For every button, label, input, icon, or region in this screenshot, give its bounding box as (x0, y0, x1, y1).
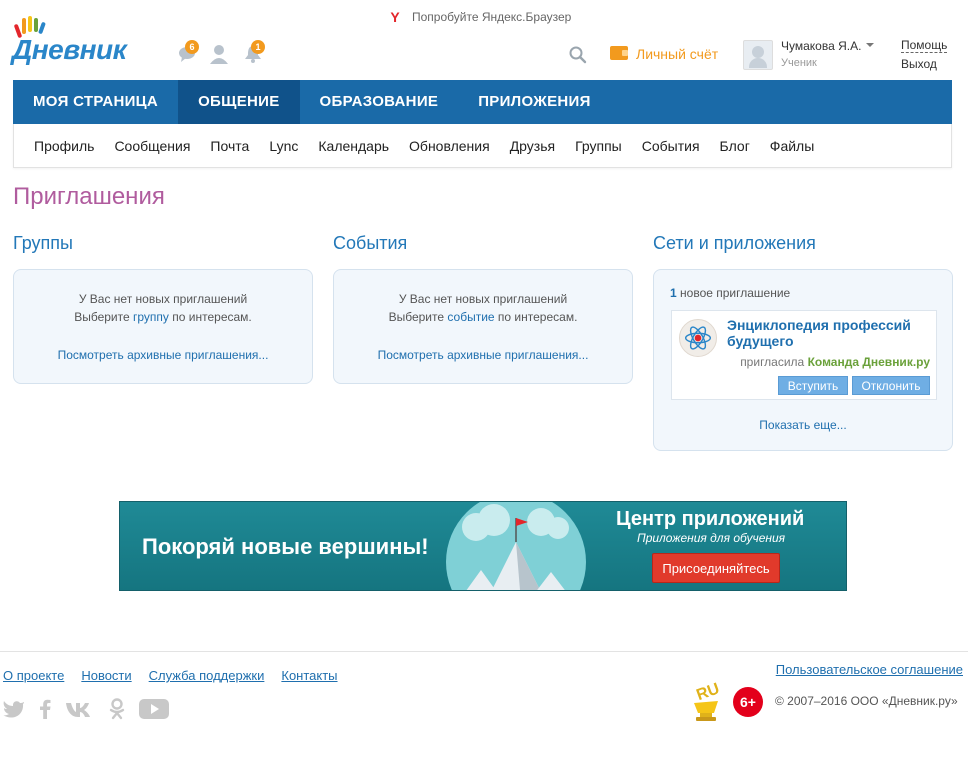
show-more-link[interactable]: Показать еще... (654, 418, 952, 432)
wallet-icon (610, 46, 628, 60)
logo[interactable]: Дневник (12, 16, 160, 68)
svg-text:RU: RU (694, 680, 722, 704)
subnav-files[interactable]: Файлы (760, 138, 824, 154)
ru-award-icon: RU (694, 680, 722, 721)
promo-text: Попробуйте Яндекс.Браузер (412, 10, 572, 24)
subnav-mail[interactable]: Почта (200, 138, 259, 154)
banner-subtitle: Приложения для обучения (637, 531, 786, 545)
sub-nav: Профиль Сообщения Почта Lync Календарь О… (13, 124, 952, 168)
messages-badge: 6 (185, 40, 199, 54)
footer-about-link[interactable]: О проекте (3, 668, 64, 683)
new-invite-count: 1 новое приглашение (670, 286, 791, 300)
invite-card: Энциклопедия профессий будущего пригласи… (671, 310, 937, 400)
subnav-lync[interactable]: Lync (259, 138, 308, 154)
events-title: События (333, 233, 408, 253)
tab-communication[interactable]: ОБЩЕНИЕ (178, 80, 300, 124)
logo-text: Дневник (12, 34, 127, 65)
help-link[interactable]: Помощь (901, 39, 948, 53)
social-links (3, 698, 169, 720)
apps-center-banner[interactable]: Покоряй новые вершины! Центр приложений … (119, 501, 847, 591)
invited-by: пригласила Команда Дневник.ру (740, 355, 930, 369)
networks-panel: 1 новое приглашение Энциклопедия професс… (653, 269, 953, 451)
avatar[interactable] (743, 40, 773, 70)
logout-link[interactable]: Выход (901, 57, 937, 71)
youtube-icon[interactable] (139, 698, 169, 720)
footer-support-link[interactable]: Служба поддержки (149, 668, 265, 683)
main-nav: МОЯ СТРАНИЦА ОБЩЕНИЕ ОБРАЗОВАНИЕ ПРИЛОЖЕ… (13, 80, 952, 124)
subnav-friends[interactable]: Друзья (500, 138, 565, 154)
twitter-icon[interactable] (3, 700, 25, 718)
events-choose-link[interactable]: событие (447, 310, 494, 324)
odnoklassniki-icon[interactable] (109, 698, 125, 720)
subnav-messages[interactable]: Сообщения (104, 138, 200, 154)
groups-hint: Выберите группу по интересам. (74, 310, 252, 324)
tab-education[interactable]: ОБРАЗОВАНИЕ (300, 80, 459, 124)
groups-archive-link[interactable]: Посмотреть архивные приглашения... (14, 348, 312, 362)
groups-empty-text: У Вас нет новых приглашений (78, 292, 248, 306)
user-name-menu[interactable]: Чумакова Я.А. (781, 39, 874, 53)
join-button[interactable]: Присоединяйтесь (652, 553, 780, 583)
banner-title: Центр приложений (616, 508, 805, 530)
events-archive-link[interactable]: Посмотреть архивные приглашения... (334, 348, 632, 362)
user-role: Ученик (781, 57, 817, 69)
vk-icon[interactable] (65, 700, 95, 718)
groups-panel: У Вас нет новых приглашений Выберите гру… (13, 269, 313, 384)
footer-news-link[interactable]: Новости (81, 668, 131, 683)
events-empty-text: У Вас нет новых приглашений (398, 292, 568, 306)
subnav-profile[interactable]: Профиль (24, 138, 104, 154)
events-hint: Выберите событие по интересам. (388, 310, 578, 324)
inviter-link[interactable]: Команда Дневник.ру (808, 355, 930, 369)
subnav-groups[interactable]: Группы (565, 138, 632, 154)
yandex-icon: Y (390, 9, 400, 25)
subnav-calendar[interactable]: Календарь (308, 138, 399, 154)
tab-apps[interactable]: ПРИЛОЖЕНИЯ (458, 80, 611, 124)
decline-button[interactable]: Отклонить (852, 376, 930, 395)
footer-links: О проекте Новости Служба поддержки Конта… (3, 668, 338, 683)
tab-my-page[interactable]: МОЯ СТРАНИЦА (13, 80, 178, 124)
subnav-updates[interactable]: Обновления (399, 138, 500, 154)
page-title: Приглашения (13, 183, 165, 210)
yandex-browser-promo[interactable]: Y Попробуйте Яндекс.Браузер (388, 9, 571, 25)
footer-divider (0, 651, 968, 652)
banner-slogan: Покоряй новые вершины! (142, 534, 429, 559)
subnav-events[interactable]: События (632, 138, 710, 154)
mountain-illustration (446, 502, 586, 590)
events-panel: У Вас нет новых приглашений Выберите соб… (333, 269, 633, 384)
groups-title: Группы (13, 233, 73, 253)
age-rating-badge: 6+ (733, 687, 763, 717)
networks-title: Сети и приложения (653, 233, 816, 253)
atom-icon (679, 319, 717, 357)
groups-choose-link[interactable]: группу (133, 310, 169, 324)
user-agreement-link[interactable]: Пользовательское соглашение (776, 662, 963, 677)
copyright: © 2007–2016 ООО «Дневник.ру» (775, 694, 958, 708)
user-icon[interactable] (209, 44, 229, 64)
facebook-icon[interactable] (39, 699, 51, 719)
personal-account-link[interactable]: Личный счёт (636, 46, 718, 62)
invite-title-link[interactable]: Энциклопедия профессий будущего (727, 317, 932, 349)
search-icon[interactable] (569, 46, 587, 64)
notifications-badge: 1 (251, 40, 265, 54)
accept-button[interactable]: Вступить (778, 376, 848, 395)
footer-contacts-link[interactable]: Контакты (281, 668, 337, 683)
subnav-blog[interactable]: Блог (710, 138, 760, 154)
